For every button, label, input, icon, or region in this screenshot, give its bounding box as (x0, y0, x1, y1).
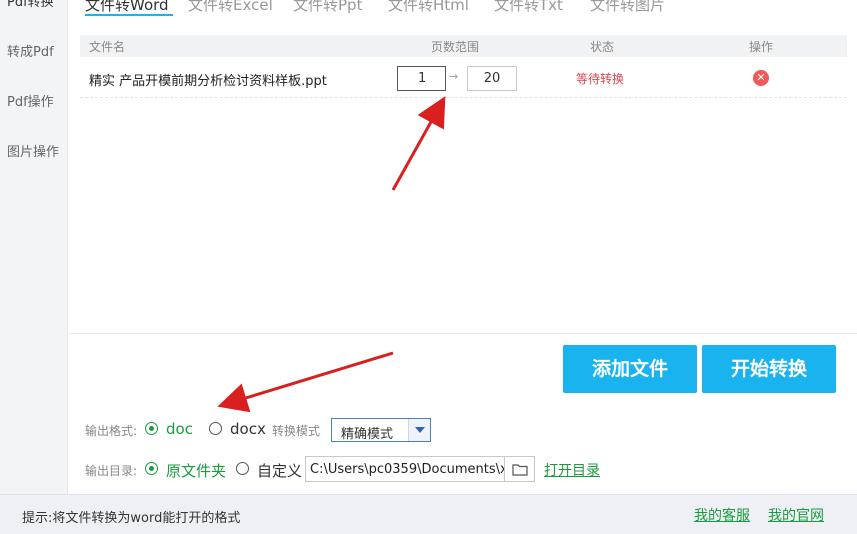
page-from-input[interactable] (397, 66, 446, 91)
sidebar-item-pdf-convert[interactable]: Pdf转换 (0, 0, 68, 10)
sidebar: Pdf转换 转成Pdf Pdf操作 图片操作 (0, 0, 68, 494)
sidebar-item-image-ops[interactable]: 图片操作 (0, 141, 68, 160)
column-action: 操作 (749, 40, 774, 54)
tab-to-txt[interactable]: 文件转Txt (494, 0, 563, 15)
page-to-input[interactable] (467, 66, 517, 91)
column-file-name: 文件名 (89, 40, 126, 54)
convert-mode-value: 精确模式 (341, 427, 394, 442)
radio-custom[interactable] (236, 462, 249, 475)
tab-to-excel[interactable]: 文件转Excel (188, 0, 273, 15)
output-dir-label: 输出目录: (85, 464, 138, 478)
open-directory-link[interactable]: 打开目录 (544, 460, 600, 480)
sidebar-item-to-pdf[interactable]: 转成Pdf (0, 41, 68, 60)
output-path-field[interactable]: C:\Users\pc0359\Documents\x (305, 456, 505, 482)
tip-text: 提示:将文件转换为word能打开的格式 (22, 511, 241, 526)
official-website-link[interactable]: 我的官网 (768, 505, 824, 525)
tab-to-image[interactable]: 文件转图片 (590, 0, 665, 15)
file-name-cell: 精实 产品开模前期分析检讨资料样板.ppt (89, 74, 327, 89)
radio-doc[interactable] (145, 422, 158, 435)
output-path-text: C:\Users\pc0359\Documents\x (310, 462, 505, 477)
tab-to-ppt[interactable]: 文件转Ppt (293, 0, 362, 15)
radio-custom-label[interactable]: 自定义 (257, 460, 302, 481)
start-convert-button[interactable]: 开始转换 (702, 345, 836, 393)
radio-doc-label[interactable]: doc (166, 420, 193, 438)
annotation-arrow-page-range (391, 96, 446, 191)
column-status: 状态 (590, 40, 615, 54)
browse-folder-button[interactable] (505, 456, 535, 482)
chevron-down-icon[interactable] (408, 419, 430, 441)
tab-to-word[interactable]: 文件转Word (85, 0, 169, 15)
tab-bar: 文件转Word 文件转Excel 文件转Ppt 文件转Html 文件转Txt 文… (69, 0, 857, 16)
customer-service-link[interactable]: 我的客服 (694, 505, 750, 525)
folder-icon (512, 464, 528, 476)
status-text: 等待转换 (576, 72, 625, 86)
radio-original-folder-label[interactable]: 原文件夹 (166, 460, 226, 481)
table-row: 精实 产品开模前期分析检讨资料样板.ppt → 等待转换 ✕ (80, 60, 847, 98)
convert-mode-label: 转换模式 (272, 424, 321, 438)
radio-original-folder[interactable] (145, 462, 158, 475)
delete-icon[interactable]: ✕ (753, 70, 769, 86)
convert-mode-select[interactable]: 精确模式 (331, 418, 431, 442)
file-table-header: 文件名 页数范围 状态 操作 (80, 35, 847, 57)
column-page-range: 页数范围 (431, 40, 480, 54)
output-format-label: 输出格式: (85, 424, 138, 438)
radio-docx-label[interactable]: docx (230, 420, 266, 438)
status-bar: 提示:将文件转换为word能打开的格式 我的客服 我的官网 (0, 494, 857, 534)
add-file-button[interactable]: 添加文件 (563, 345, 697, 393)
tab-to-html[interactable]: 文件转Html (388, 0, 469, 15)
radio-docx[interactable] (209, 422, 222, 435)
sidebar-item-pdf-ops[interactable]: Pdf操作 (0, 91, 68, 110)
active-tab-indicator (85, 14, 173, 16)
range-arrow-icon: → (449, 70, 459, 83)
